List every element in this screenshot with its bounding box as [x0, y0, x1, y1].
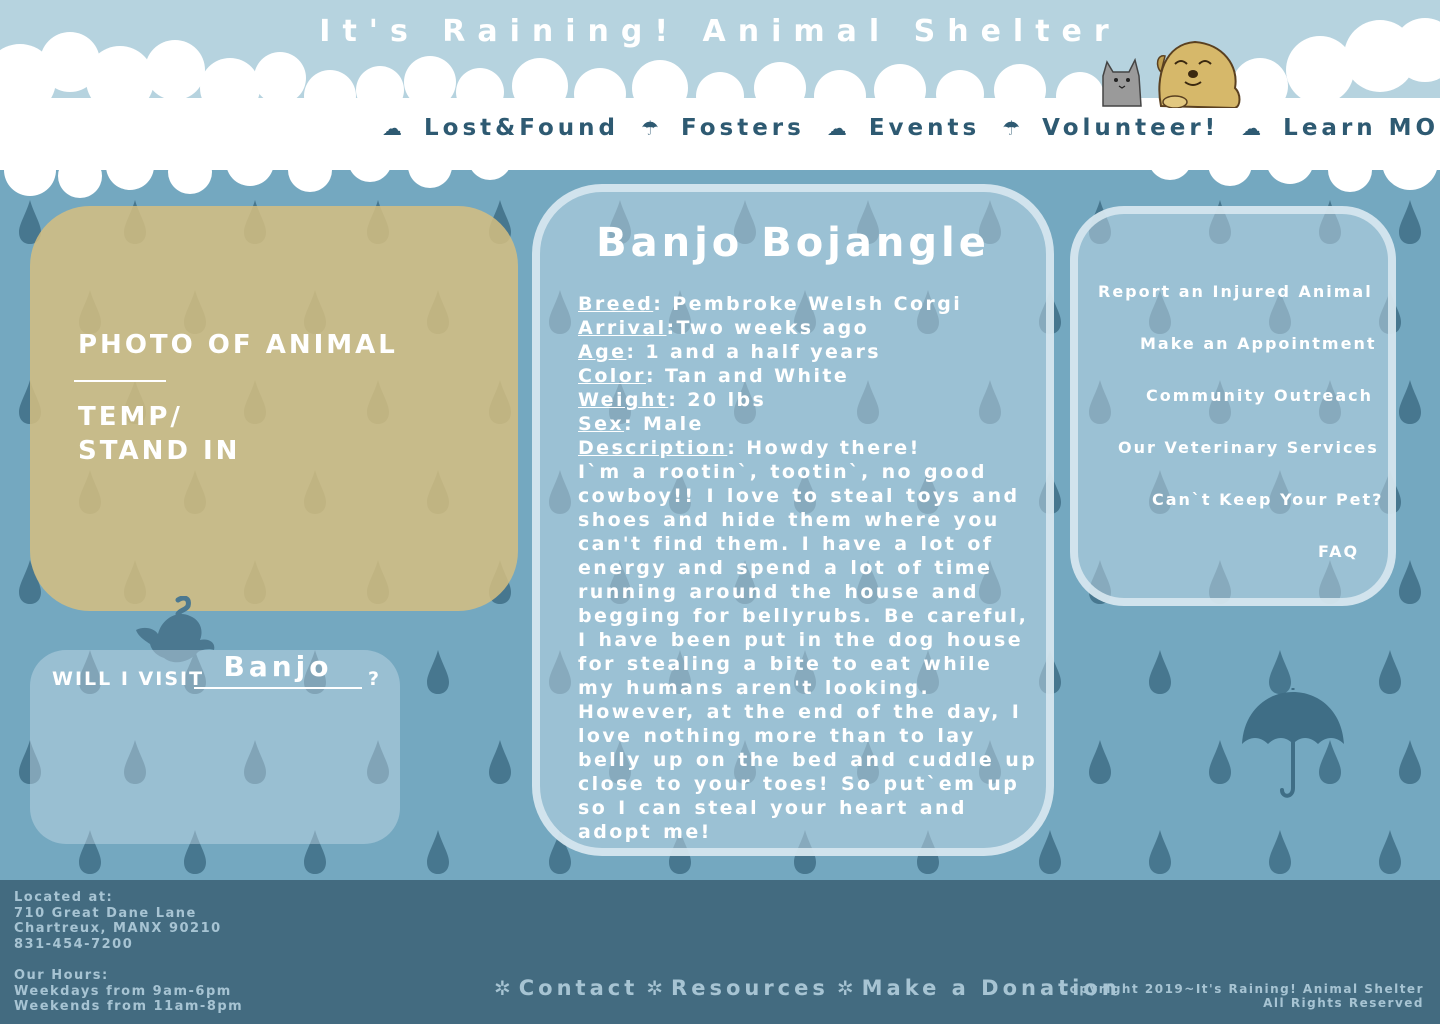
- detail-value: : Male: [624, 413, 704, 435]
- detail-label: Description: [578, 437, 728, 459]
- sparkle-icon: ✲: [494, 976, 511, 1000]
- cloud-icon: ☁: [1241, 116, 1262, 140]
- raindrop: [1379, 830, 1401, 874]
- address-line2: Chartreux, MANX 90210: [14, 921, 222, 937]
- detail-label: Color: [578, 365, 646, 387]
- community-outreach-link[interactable]: Community Outreach: [1146, 386, 1373, 405]
- nav-lost-found-link[interactable]: Lost&Found: [424, 115, 619, 141]
- nav-volunteer-link[interactable]: Volunteer!: [1042, 115, 1219, 141]
- main-nav: ☁ Lost&Found ☂ Fosters ☁ Events ☂ Volunt…: [360, 108, 1440, 148]
- dog-icon: [1156, 40, 1241, 108]
- detail-description: Description: Howdy there!: [578, 436, 1038, 460]
- site-footer: Located at: 710 Great Dane Lane Chartreu…: [0, 880, 1440, 1024]
- veterinary-services-link[interactable]: Our Veterinary Services: [1118, 438, 1379, 457]
- visit-prefix: WILL I VISIT: [52, 668, 205, 690]
- detail-color: Color: Tan and White: [578, 364, 1038, 388]
- footer-resources-link[interactable]: Resources: [671, 976, 829, 1000]
- nav-learn-more-link[interactable]: Learn MORE: [1283, 115, 1440, 141]
- detail-sex: Sex: Male: [578, 412, 1038, 436]
- footer-nav: ✲ Contact ✲ Resources ✲ Make a Donation: [494, 976, 1121, 1000]
- umbrella-icon: ☂: [1002, 116, 1021, 140]
- visit-animal-name: Banjo: [223, 650, 333, 683]
- animal-profile-panel: Banjo Bojangle Breed: Pembroke Welsh Cor…: [532, 184, 1054, 856]
- detail-weight: Weight: 20 lbs: [578, 388, 1038, 412]
- detail-label: Sex: [578, 413, 625, 435]
- report-injured-animal-link[interactable]: Report an Injured Animal: [1098, 282, 1373, 301]
- detail-arrival: Arrival:Two weeks ago: [578, 316, 1038, 340]
- cat-icon: [1102, 57, 1142, 107]
- detail-value: : 1 and a half years: [626, 341, 881, 363]
- raindrop: [1149, 650, 1171, 694]
- visit-prompt-panel: WILL I VISIT Banjo ?: [30, 650, 400, 844]
- umbrella-icon: ☂: [641, 116, 659, 140]
- raindrop: [1399, 560, 1421, 604]
- hours-weekends: Weekends from 11am-8pm: [14, 999, 244, 1015]
- sparkle-icon: ✲: [646, 976, 664, 1000]
- side-links-panel: Report an Injured Animal Make an Appoint…: [1070, 206, 1396, 606]
- footer-contact-info: Located at: 710 Great Dane Lane Chartreu…: [14, 890, 243, 1015]
- raindrop: [1269, 830, 1291, 874]
- phone-number: 831-454-7200: [14, 936, 134, 952]
- footer-contact-link[interactable]: Contact: [519, 976, 639, 1000]
- raindrop: [427, 650, 449, 694]
- photo-temp-line2: STAND IN: [78, 436, 241, 466]
- address-label: Located at:: [14, 890, 114, 905]
- detail-label: Age: [578, 341, 627, 363]
- photo-label: PHOTO OF ANIMAL: [78, 330, 398, 360]
- description-text: I`m a rootin`, tootin`, no good cowboy!!…: [578, 461, 1038, 843]
- detail-value: : Tan and White: [645, 365, 850, 387]
- umbrella-icon: [1242, 688, 1344, 798]
- address-line1: 710 Great Dane Lane: [14, 905, 197, 921]
- detail-value: : Howdy there!: [727, 437, 921, 459]
- detail-breed: Breed: Pembroke Welsh Corgi: [578, 292, 1038, 316]
- cant-keep-pet-link[interactable]: Can`t Keep Your Pet?: [1152, 490, 1383, 509]
- hours-weekdays: Weekdays from 9am-6pm: [14, 983, 232, 999]
- make-appointment-link[interactable]: Make an Appointment: [1140, 334, 1376, 353]
- nav-events-link[interactable]: Events: [869, 115, 980, 141]
- detail-label: Breed: [578, 293, 654, 315]
- cloud-icon: ☁: [826, 116, 847, 140]
- raindrop: [1089, 740, 1111, 784]
- faq-link[interactable]: FAQ: [1318, 542, 1359, 561]
- detail-value: : 20 lbs: [668, 389, 767, 411]
- raindrop: [1209, 740, 1231, 784]
- cat-and-dog-illustration: [1102, 40, 1241, 108]
- copyright-line1: Copyright 2019~It's Raining! Animal Shel…: [1059, 982, 1424, 996]
- raindrop: [489, 740, 511, 784]
- copyright-line2: All Rights Reserved: [1263, 996, 1424, 1010]
- raindrop: [1399, 380, 1421, 424]
- sparkle-icon: ✲: [836, 976, 854, 1000]
- detail-age: Age: 1 and a half years: [578, 340, 1038, 364]
- photo-temp-line1: TEMP/: [78, 402, 183, 432]
- photo-temp-label: TEMP/ STAND IN: [78, 400, 240, 468]
- visit-underline: [194, 687, 362, 689]
- detail-label: Weight: [578, 389, 669, 411]
- animal-details: Breed: Pembroke Welsh Corgi Arrival:Two …: [578, 292, 1038, 844]
- raindrop: [427, 830, 449, 874]
- detail-value: :Two weeks ago: [666, 317, 870, 339]
- photo-divider: [74, 380, 166, 382]
- detail-value: : Pembroke Welsh Corgi: [653, 293, 963, 315]
- detail-label: Arrival: [578, 317, 667, 339]
- raindrop: [1149, 830, 1171, 874]
- copyright: Copyright 2019~It's Raining! Animal Shel…: [1059, 982, 1424, 1010]
- raindrop: [1039, 830, 1061, 874]
- animal-name-heading: Banjo Bojangle: [596, 220, 990, 266]
- nav-fosters-link[interactable]: Fosters: [681, 115, 805, 141]
- raindrop: [1399, 740, 1421, 784]
- raindrop: [1379, 650, 1401, 694]
- visit-suffix: ?: [368, 668, 380, 690]
- animal-photo-placeholder: PHOTO OF ANIMAL TEMP/ STAND IN: [30, 206, 518, 611]
- hours-label: Our Hours:: [14, 967, 109, 983]
- cloud-icon: ☁: [382, 116, 402, 140]
